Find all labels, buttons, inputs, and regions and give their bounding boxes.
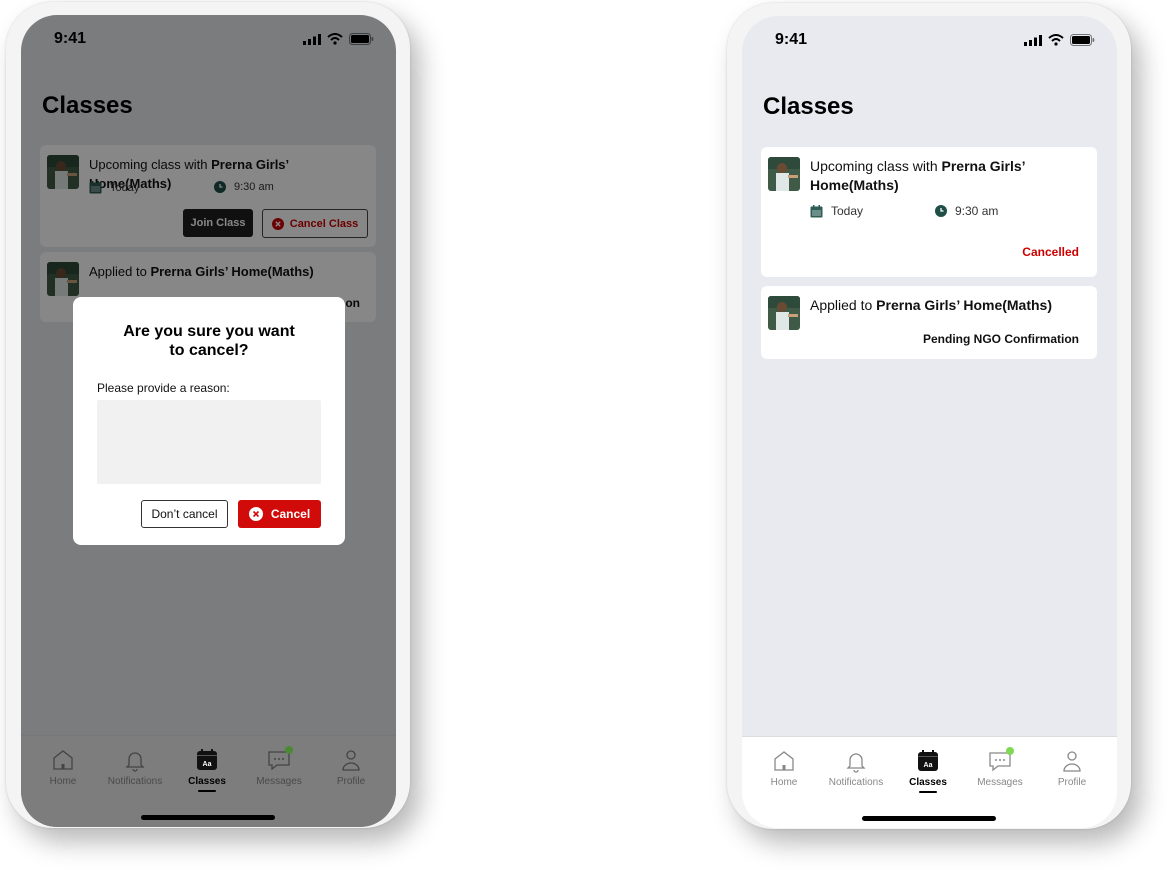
tab-home[interactable]: Home <box>28 748 98 787</box>
user-icon <box>342 750 360 771</box>
tab-bar: Home Notifications Aa Classes Messages P… <box>21 735 396 827</box>
screen: 9:41 Classes Upcoming class with Prerna … <box>742 16 1117 828</box>
cancel-confirm-dialog: Are you sure you want to cancel? Please p… <box>73 297 345 545</box>
status-time: 9:41 <box>775 31 808 48</box>
phone-left: 9:41 Classes Upcoming class with Prerna … <box>6 2 410 828</box>
dialog-title: Are you sure you want to cancel? <box>123 323 295 359</box>
reason-label: Please provide a reason: <box>97 381 230 395</box>
dont-cancel-button[interactable]: Don’t cancel <box>141 500 228 528</box>
active-tab-indicator <box>919 791 937 793</box>
svg-text:Aa: Aa <box>924 762 933 769</box>
status-icons <box>1024 34 1095 46</box>
reason-input[interactable] <box>97 400 321 484</box>
phone-right: 9:41 Classes Upcoming class with Prerna … <box>727 3 1131 829</box>
calendar-icon <box>810 204 823 217</box>
class-time: 9:30 am <box>935 204 998 218</box>
tab-classes[interactable]: Aa Classes <box>893 749 963 793</box>
tab-notifications[interactable]: Notifications <box>821 749 891 788</box>
class-avatar <box>768 157 800 191</box>
screen: 9:41 Classes Upcoming class with Prerna … <box>21 15 396 827</box>
svg-text:Aa: Aa <box>203 761 212 768</box>
clock-icon <box>935 205 947 217</box>
unread-dot <box>285 746 293 754</box>
cancelled-status: Cancelled <box>1022 245 1079 259</box>
battery-icon <box>1070 34 1095 46</box>
close-circle-icon <box>248 507 263 521</box>
applied-class-card[interactable]: Applied to Prerna Girls’ Home(Maths) Pen… <box>761 286 1097 359</box>
bell-icon <box>125 752 145 772</box>
unread-dot <box>1006 747 1014 755</box>
class-avatar <box>768 296 800 330</box>
home-indicator <box>862 816 996 821</box>
tab-home[interactable]: Home <box>749 749 819 788</box>
class-title: Upcoming class with Prerna Girls’ Home(M… <box>810 158 1025 193</box>
calendar-icon: Aa <box>918 750 938 771</box>
tab-bar: Home Notifications Aa Classes Messages P… <box>742 736 1117 828</box>
pending-status: Pending NGO Confirmation <box>923 332 1079 346</box>
page-title: Classes <box>763 93 854 120</box>
tab-messages[interactable]: Messages <box>244 746 314 787</box>
tab-profile[interactable]: Profile <box>316 748 386 787</box>
confirm-cancel-button[interactable]: Cancel <box>238 500 321 528</box>
calendar-icon: Aa <box>197 749 217 770</box>
bell-icon <box>846 753 866 773</box>
home-indicator <box>141 815 275 820</box>
tab-notifications[interactable]: Notifications <box>100 748 170 787</box>
tab-profile[interactable]: Profile <box>1037 749 1107 788</box>
chat-icon-wrap <box>988 747 1014 773</box>
chat-icon-wrap <box>267 746 293 772</box>
upcoming-class-card[interactable]: Upcoming class with Prerna Girls’ Home(M… <box>761 147 1097 277</box>
tab-messages[interactable]: Messages <box>965 747 1035 788</box>
signal-icon <box>1024 34 1042 46</box>
home-icon <box>774 751 794 771</box>
class-title: Applied to Prerna Girls’ Home(Maths) <box>810 297 1052 313</box>
status-bar: 9:41 <box>742 16 1117 60</box>
wifi-icon <box>1048 34 1064 46</box>
user-icon <box>1063 751 1081 772</box>
tab-classes[interactable]: Aa Classes <box>172 748 242 792</box>
home-icon <box>53 750 73 770</box>
active-tab-indicator <box>198 790 216 792</box>
class-date: Today <box>810 204 863 218</box>
